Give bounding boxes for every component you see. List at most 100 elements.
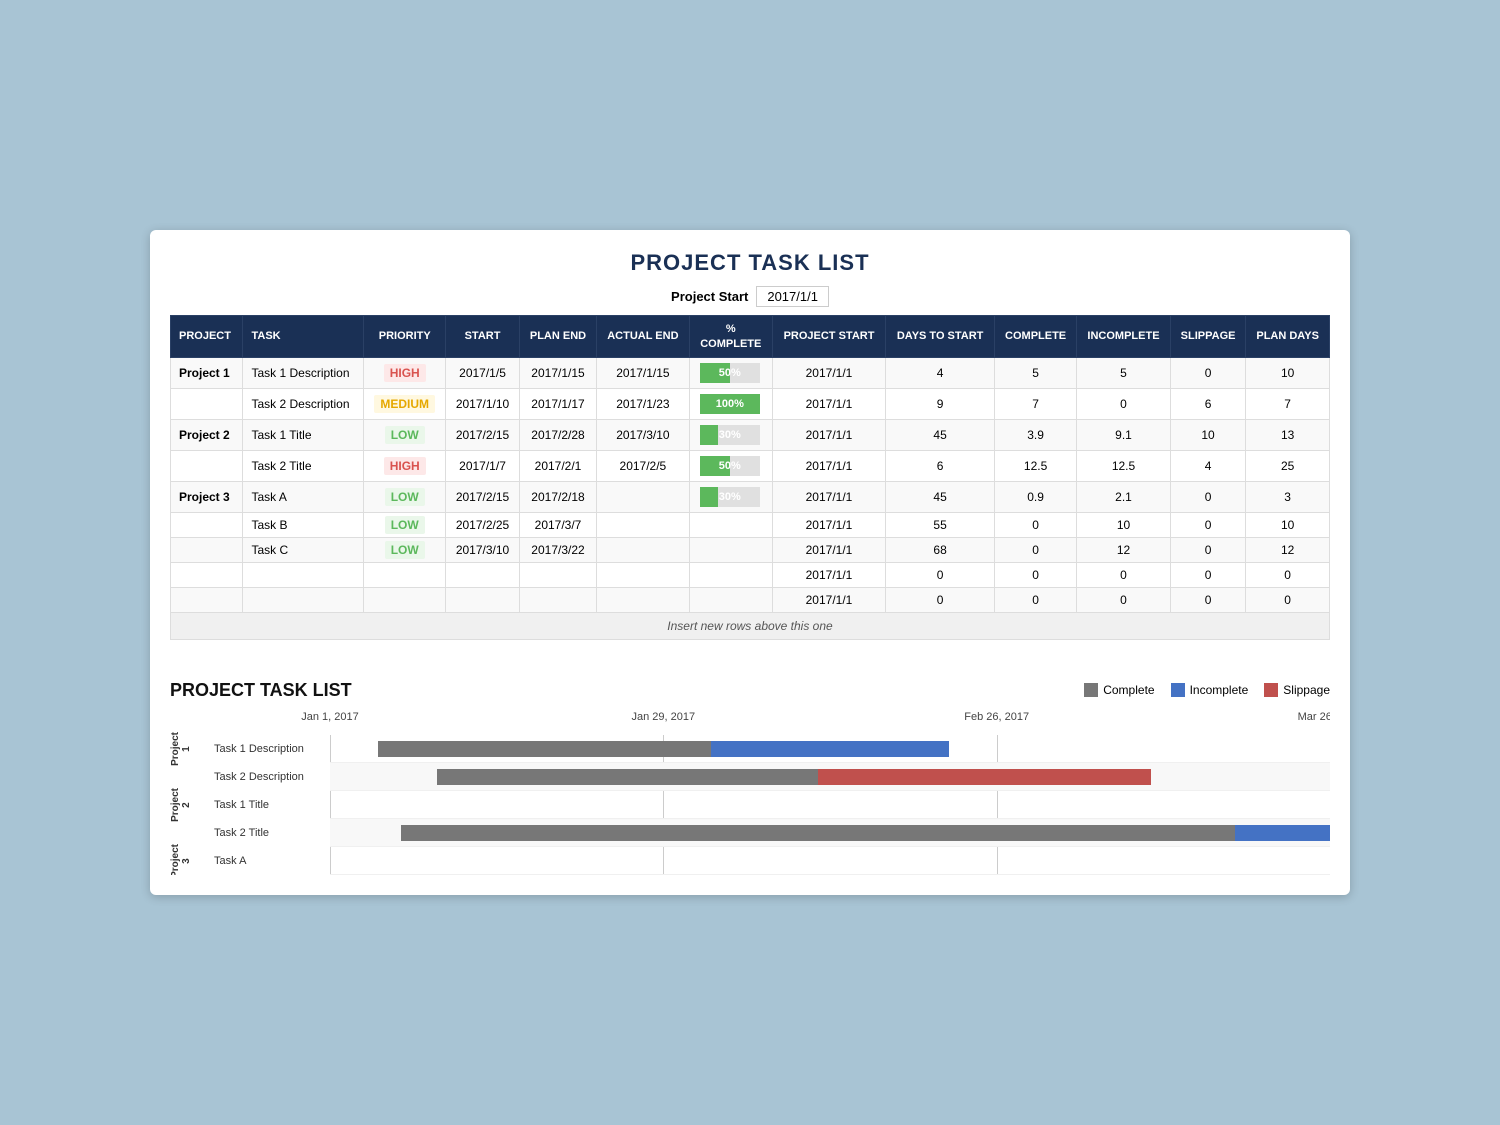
- table-row: 2017/1/1 0 0 0 0 0: [171, 562, 1330, 587]
- cell-start: 2017/1/5: [446, 357, 520, 388]
- cell-plan-end: [520, 587, 597, 612]
- table-row: Task C LOW 2017/3/10 2017/3/22 2017/1/1 …: [171, 537, 1330, 562]
- gantt-labels-area: Project 1Task 1 DescriptionTask 2 Descri…: [170, 735, 330, 875]
- cell-incomplete: 5: [1077, 357, 1171, 388]
- cell-incomplete: 0: [1077, 562, 1171, 587]
- gantt-axis-label: Jan 29, 2017: [632, 711, 696, 723]
- col-proj-start: Project Start: [772, 316, 885, 358]
- cell-proj-start: 2017/1/1: [772, 481, 885, 512]
- cell-start: 2017/2/15: [446, 419, 520, 450]
- cell-actual-end: 2017/1/23: [596, 388, 689, 419]
- cell-pct: [689, 512, 772, 537]
- project-start-row: Project Start 2017/1/1: [170, 286, 1330, 307]
- col-complete: Complete: [995, 316, 1077, 358]
- cell-slippage: 4: [1170, 450, 1245, 481]
- col-plan-end: PLAN END: [520, 316, 597, 358]
- page-title: PROJECT TASK LIST: [170, 250, 1330, 276]
- cell-start: 2017/1/7: [446, 450, 520, 481]
- cell-task: [243, 587, 364, 612]
- col-plan-days: Plan Days: [1246, 316, 1330, 358]
- gantt-project-name: Project 1: [170, 732, 210, 766]
- col-pct-complete: %COMPLETE: [689, 316, 772, 358]
- cell-priority: MEDIUM: [364, 388, 446, 419]
- cell-start: 2017/2/25: [446, 512, 520, 537]
- cell-complete: 0.9: [995, 481, 1077, 512]
- cell-priority: LOW: [364, 481, 446, 512]
- cell-plan-end: 2017/2/1: [520, 450, 597, 481]
- cell-days-to-start: 4: [886, 357, 995, 388]
- cell-project: Project 2: [171, 419, 243, 450]
- legend-complete: Complete: [1084, 683, 1154, 697]
- cell-plan-days: 13: [1246, 419, 1330, 450]
- cell-priority: LOW: [364, 512, 446, 537]
- cell-plan-days: 3: [1246, 481, 1330, 512]
- table-row: Project 3 Task A LOW 2017/2/15 2017/2/18…: [171, 481, 1330, 512]
- cell-plan-days: 0: [1246, 562, 1330, 587]
- gantt-label-row: Task 2 Description: [170, 763, 330, 791]
- cell-start: 2017/2/15: [446, 481, 520, 512]
- slippage-legend-box: [1264, 683, 1278, 697]
- gantt-bar-complete: [401, 825, 1234, 841]
- cell-pct: 100%: [689, 388, 772, 419]
- cell-task: Task B: [243, 512, 364, 537]
- cell-plan-end: 2017/3/22: [520, 537, 597, 562]
- gantt-row: [330, 735, 1330, 763]
- cell-project: Project 1: [171, 357, 243, 388]
- cell-project: [171, 562, 243, 587]
- cell-days-to-start: 55: [886, 512, 995, 537]
- cell-slippage: 0: [1170, 512, 1245, 537]
- gantt-axis-label: Mar 26, 2017: [1298, 711, 1330, 723]
- incomplete-legend-box: [1171, 683, 1185, 697]
- table-row: Task 2 Description MEDIUM 2017/1/10 2017…: [171, 388, 1330, 419]
- gantt-row: [330, 819, 1330, 847]
- cell-priority: LOW: [364, 419, 446, 450]
- cell-plan-days: 10: [1246, 512, 1330, 537]
- cell-plan-end: 2017/3/7: [520, 512, 597, 537]
- gantt-row: [330, 763, 1330, 791]
- cell-proj-start: 2017/1/1: [772, 587, 885, 612]
- gantt-bar-complete: [378, 741, 711, 757]
- cell-actual-end: [596, 512, 689, 537]
- legend-slippage: Slippage: [1264, 683, 1330, 697]
- cell-proj-start: 2017/1/1: [772, 537, 885, 562]
- cell-plan-end: 2017/2/28: [520, 419, 597, 450]
- cell-plan-days: 7: [1246, 388, 1330, 419]
- project-start-value: 2017/1/1: [756, 286, 829, 307]
- insert-row: Insert new rows above this one: [171, 612, 1330, 639]
- cell-priority: HIGH: [364, 450, 446, 481]
- cell-actual-end: [596, 562, 689, 587]
- table-row: Project 2 Task 1 Title LOW 2017/2/15 201…: [171, 419, 1330, 450]
- gantt-label-row: Project 2Task 1 Title: [170, 791, 330, 819]
- gantt-axis: Jan 1, 2017Jan 29, 2017Feb 26, 2017Mar 2…: [330, 711, 1330, 731]
- task-table: PROJECT TASK PRIORITY START PLAN END ACT…: [170, 315, 1330, 640]
- cell-task: Task 1 Description: [243, 357, 364, 388]
- cell-pct: [689, 537, 772, 562]
- table-row: Project 1 Task 1 Description HIGH 2017/1…: [171, 357, 1330, 388]
- cell-actual-end: [596, 537, 689, 562]
- cell-project: [171, 587, 243, 612]
- cell-complete: 12.5: [995, 450, 1077, 481]
- cell-slippage: 0: [1170, 562, 1245, 587]
- cell-incomplete: 12.5: [1077, 450, 1171, 481]
- cell-slippage: 0: [1170, 481, 1245, 512]
- gantt-task-label: Task 1 Title: [210, 799, 330, 811]
- gantt-label-row: Project 3Task A: [170, 847, 330, 875]
- task-table-body: Project 1 Task 1 Description HIGH 2017/1…: [171, 357, 1330, 639]
- cell-priority: LOW: [364, 537, 446, 562]
- main-container: PROJECT TASK LIST Project Start 2017/1/1…: [150, 230, 1350, 895]
- gantt-body: Project 1Task 1 DescriptionTask 2 Descri…: [170, 735, 1330, 875]
- cell-complete: 0: [995, 587, 1077, 612]
- gantt-axis-label: Feb 26, 2017: [964, 711, 1029, 723]
- cell-start: 2017/1/10: [446, 388, 520, 419]
- legend-incomplete: Incomplete: [1171, 683, 1249, 697]
- cell-proj-start: 2017/1/1: [772, 512, 885, 537]
- col-incomplete: Incomplete: [1077, 316, 1171, 358]
- cell-plan-days: 25: [1246, 450, 1330, 481]
- cell-task: Task 2 Title: [243, 450, 364, 481]
- cell-days-to-start: 0: [886, 562, 995, 587]
- cell-proj-start: 2017/1/1: [772, 388, 885, 419]
- complete-legend-box: [1084, 683, 1098, 697]
- cell-pct: 50%: [689, 357, 772, 388]
- cell-project: [171, 537, 243, 562]
- cell-task: Task 2 Description: [243, 388, 364, 419]
